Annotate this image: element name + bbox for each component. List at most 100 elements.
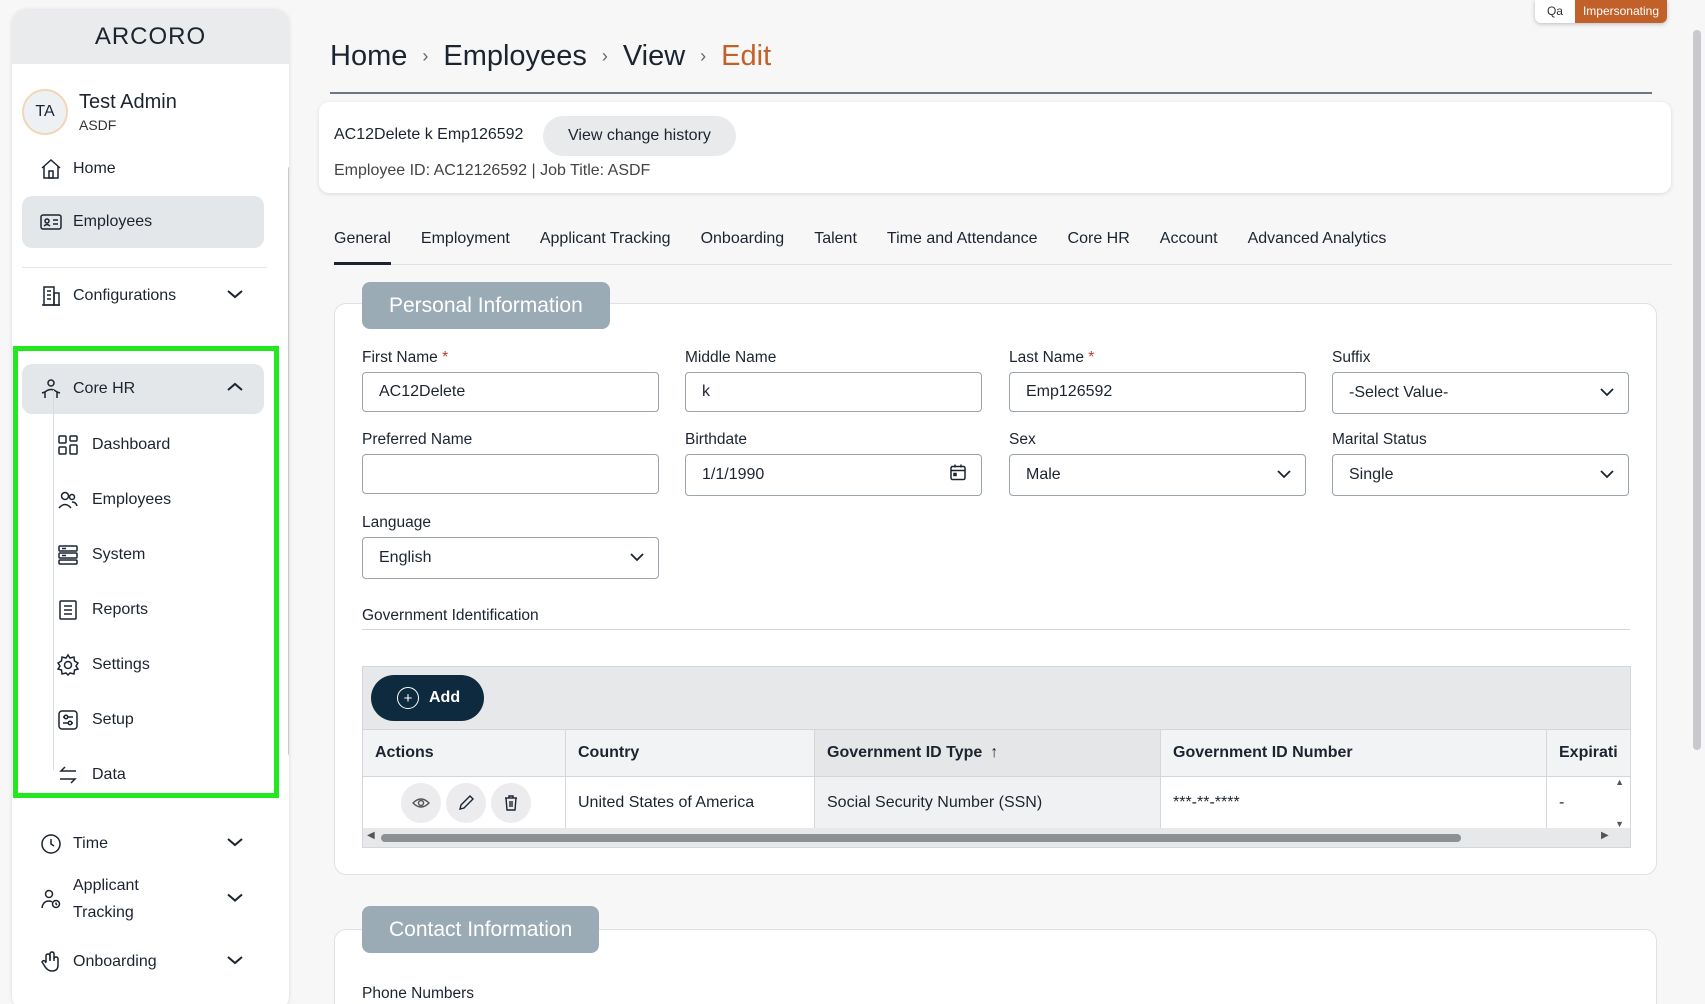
sidebar-item-employees[interactable]: Employees xyxy=(22,196,264,248)
employee-meta: Employee ID: AC12126592 | Job Title: ASD… xyxy=(334,162,651,179)
tab-time-and-attendance[interactable]: Time and Attendance xyxy=(887,228,1038,265)
column-header-id-number[interactable]: Government ID Number xyxy=(1161,730,1547,776)
first-name-input[interactable]: AC12Delete xyxy=(362,372,659,412)
tab-talent[interactable]: Talent xyxy=(814,228,857,265)
field-label: Middle Name xyxy=(685,349,777,366)
cell-id-type: Social Security Number (SSN) xyxy=(815,777,1161,828)
marital-status-field: Marital Status Single xyxy=(1332,431,1629,496)
people-star-icon xyxy=(37,375,65,403)
calendar-icon[interactable] xyxy=(949,464,967,487)
chevron-down-icon[interactable] xyxy=(226,886,244,913)
tab-applicant-tracking[interactable]: Applicant Tracking xyxy=(540,228,671,265)
phone-numbers-heading: Phone Numbers xyxy=(362,985,475,1002)
sidebar-item-home[interactable]: Home xyxy=(22,146,264,192)
scroll-up-arrow[interactable]: ▲ xyxy=(1615,777,1624,787)
field-label: Last Name xyxy=(1009,349,1084,366)
clock-icon xyxy=(37,830,65,858)
impersonation-indicator: Qa Impersonating xyxy=(1534,0,1667,23)
edit-button[interactable] xyxy=(446,782,486,823)
last-name-input[interactable]: Emp126592 xyxy=(1009,372,1306,412)
preferred-name-field: Preferred Name xyxy=(362,431,659,494)
impersonating-badge[interactable]: Impersonating xyxy=(1574,0,1667,23)
dashboard-icon xyxy=(54,431,82,459)
sex-select[interactable]: Male xyxy=(1009,454,1306,496)
sidebar-item-onboarding[interactable]: Onboarding xyxy=(22,940,264,984)
environment-label: Qa xyxy=(1546,4,1563,18)
chevron-down-icon[interactable] xyxy=(226,287,244,305)
chevron-down-icon[interactable] xyxy=(226,835,244,853)
core-hr-setup[interactable]: Setup xyxy=(54,700,134,740)
view-button[interactable] xyxy=(401,782,441,823)
breadcrumb-view[interactable]: View xyxy=(623,40,685,73)
server-icon xyxy=(54,541,82,569)
breadcrumb-rule xyxy=(330,92,1652,94)
home-icon xyxy=(37,155,65,183)
tab-employment[interactable]: Employment xyxy=(421,228,510,265)
core-hr-employees[interactable]: Employees xyxy=(54,480,171,520)
breadcrumb-current: Edit xyxy=(721,40,772,72)
tab-general[interactable]: General xyxy=(334,228,391,265)
marital-status-select[interactable]: Single xyxy=(1332,454,1629,496)
sidebar-item-label: Employees xyxy=(73,213,153,230)
tab-bar: General Employment Applicant Tracking On… xyxy=(334,228,1672,265)
tab-advanced-analytics[interactable]: Advanced Analytics xyxy=(1248,228,1387,265)
chevron-up-icon[interactable] xyxy=(226,380,244,398)
sidebar-scrollbar[interactable] xyxy=(288,165,289,757)
scroll-left-arrow[interactable]: ◀ xyxy=(367,830,375,841)
delete-button[interactable] xyxy=(491,782,531,823)
sidebar-item-core-hr[interactable]: Core HR xyxy=(22,364,264,414)
core-hr-data[interactable]: Data xyxy=(54,755,126,795)
view-change-history-button[interactable]: View change history xyxy=(543,116,736,156)
core-hr-system[interactable]: System xyxy=(54,535,145,575)
breadcrumb: Home › Employees › View › Edit xyxy=(330,40,771,73)
eye-icon xyxy=(412,797,430,808)
grid-header: Actions Country Government ID Type ↑ Gov… xyxy=(363,729,1630,776)
sidebar-item-time[interactable]: Time xyxy=(22,822,264,866)
core-hr-dashboard[interactable]: Dashboard xyxy=(54,425,170,465)
sliders-icon xyxy=(54,706,82,734)
add-government-id-button[interactable]: + Add xyxy=(371,675,485,721)
sidebar-item-applicant-tracking[interactable]: Applicant Tracking xyxy=(22,870,264,928)
column-header-expiration[interactable]: Expirati xyxy=(1547,730,1630,776)
birthdate-input[interactable]: 1/1/1990 xyxy=(685,454,982,496)
select-value: Single xyxy=(1349,466,1394,483)
sidebar-item-label: Core HR xyxy=(73,380,136,397)
select-value: Male xyxy=(1026,466,1061,483)
preferred-name-input[interactable] xyxy=(362,454,659,494)
government-id-grid: + Add Actions Country Government ID Type… xyxy=(362,666,1631,848)
scroll-down-arrow[interactable]: ▼ xyxy=(1615,819,1624,829)
chevron-down-icon xyxy=(1600,466,1614,484)
column-header-id-type[interactable]: Government ID Type ↑ xyxy=(815,730,1161,776)
arcoro-logo[interactable]: ARCORO xyxy=(95,23,206,51)
report-icon xyxy=(54,596,82,624)
section-title: Contact Information xyxy=(362,906,600,953)
tab-onboarding[interactable]: Onboarding xyxy=(701,228,785,265)
core-hr-reports[interactable]: Reports xyxy=(54,590,148,630)
submenu-label: Data xyxy=(92,766,126,783)
chevron-down-icon xyxy=(1600,384,1614,402)
grid-horizontal-scrollbar[interactable] xyxy=(381,834,1461,842)
first-name-field: First Name * AC12Delete xyxy=(362,349,659,412)
page-scrollbar[interactable] xyxy=(1693,30,1701,750)
sex-field: Sex Male xyxy=(1009,431,1306,496)
scroll-right-arrow[interactable]: ▶ xyxy=(1601,830,1609,841)
id-card-icon xyxy=(37,208,65,236)
core-hr-settings[interactable]: Settings xyxy=(54,645,150,685)
suffix-select[interactable]: -Select Value- xyxy=(1332,372,1629,414)
breadcrumb-employees[interactable]: Employees xyxy=(443,40,586,73)
user-profile[interactable]: TA Test Admin ASDF xyxy=(12,64,289,144)
tab-core-hr[interactable]: Core HR xyxy=(1068,228,1130,265)
chevron-down-icon[interactable] xyxy=(226,953,244,971)
submenu-label: Dashboard xyxy=(92,436,171,453)
trash-icon xyxy=(505,794,517,811)
sidebar: ARCORO TA Test Admin ASDF Home Employees… xyxy=(12,10,289,1004)
sidebar-item-configurations[interactable]: Configurations xyxy=(22,272,264,320)
submenu-label: System xyxy=(92,546,146,563)
language-select[interactable]: English xyxy=(362,537,659,579)
middle-name-input[interactable]: k xyxy=(685,372,982,412)
tab-account[interactable]: Account xyxy=(1160,228,1218,265)
breadcrumb-home[interactable]: Home xyxy=(330,40,407,73)
column-header-country[interactable]: Country xyxy=(566,730,815,776)
field-label: Marital Status xyxy=(1332,431,1427,448)
government-identification-heading: Government Identification xyxy=(362,607,539,624)
